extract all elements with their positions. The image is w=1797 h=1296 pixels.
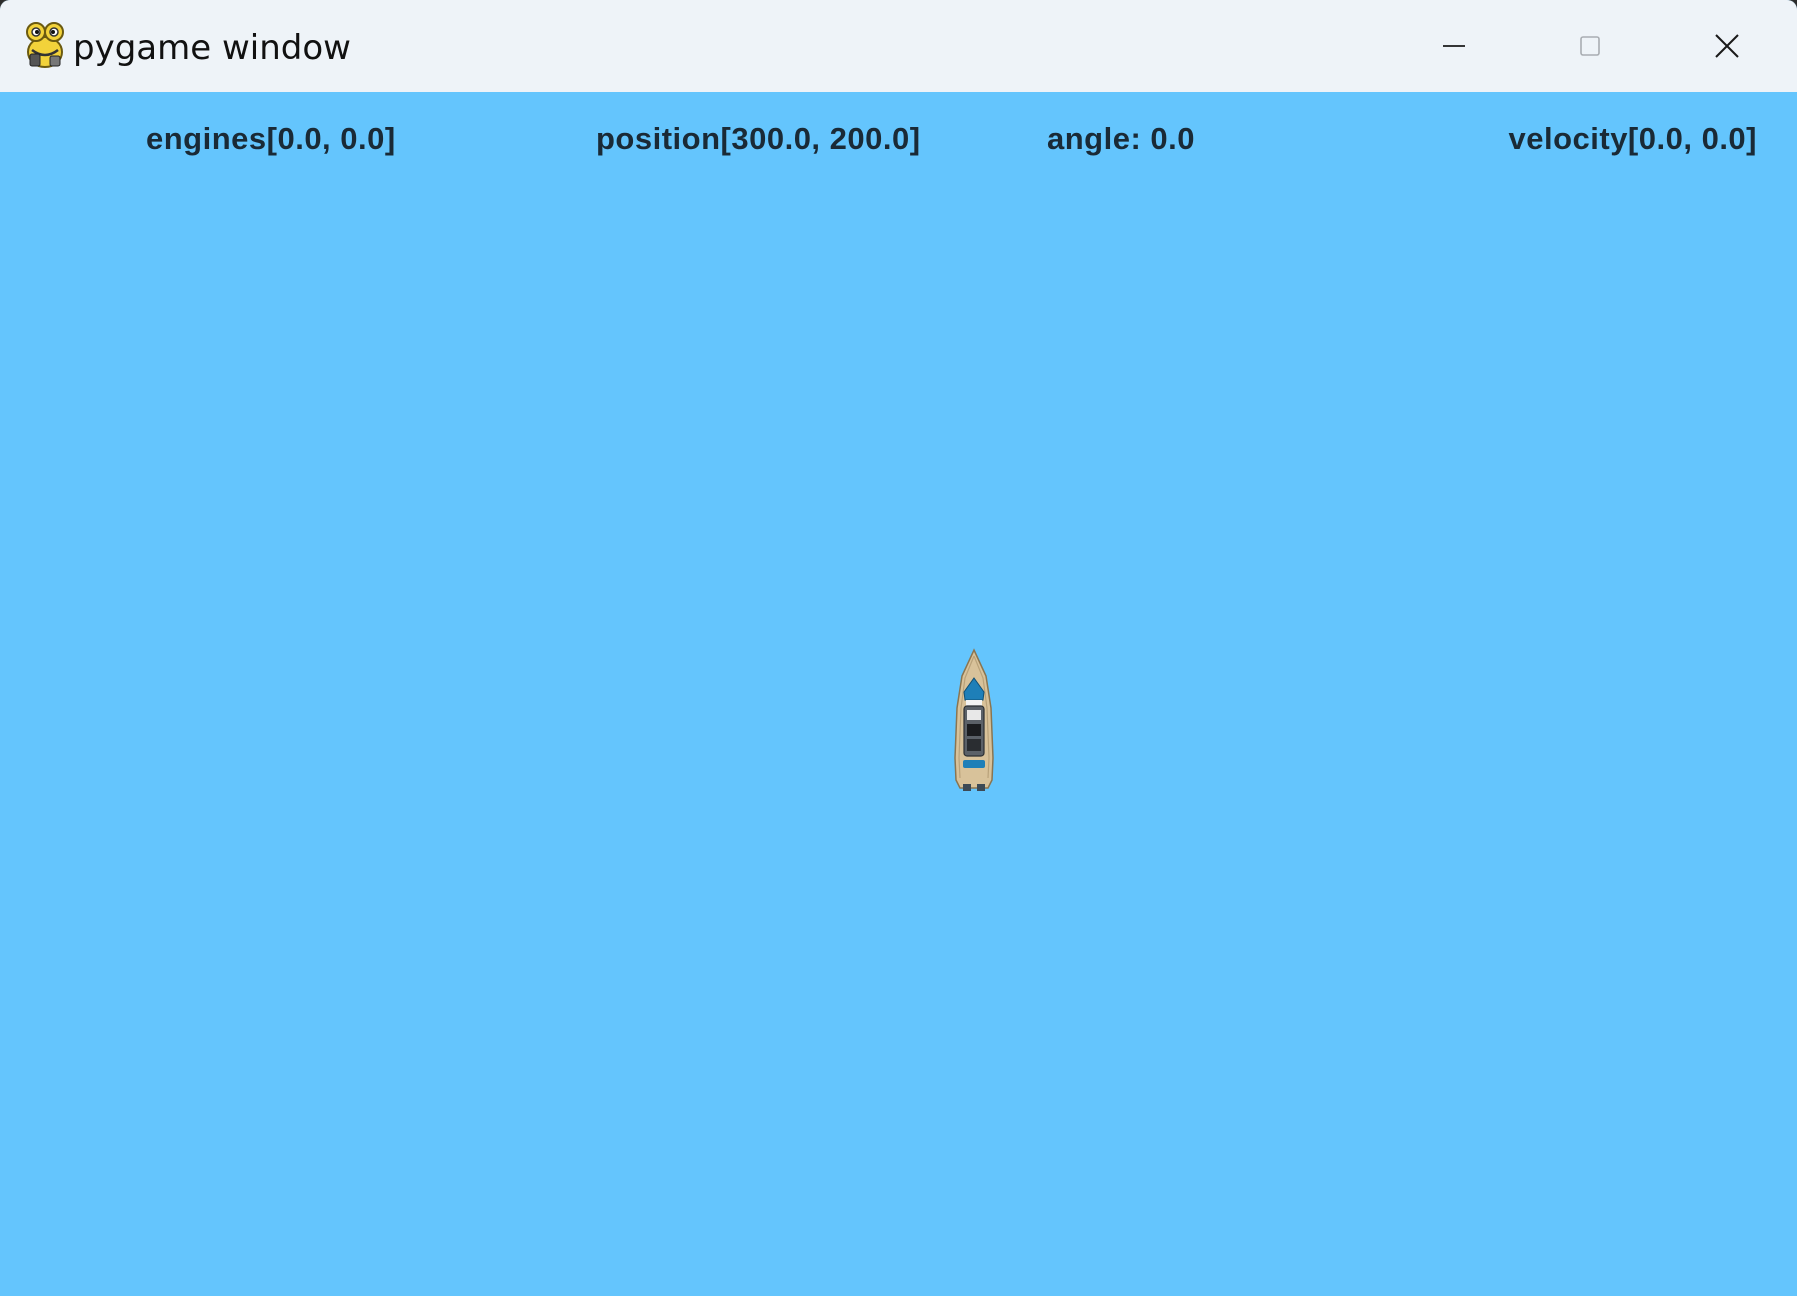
close-icon: [1715, 34, 1739, 58]
pygame-window: pygame window engines[0.0, 0.0] position…: [0, 0, 1797, 1296]
minimize-button[interactable]: [1385, 0, 1523, 92]
hud-engines-readout: engines[0.0, 0.0]: [146, 121, 396, 156]
hud-position-readout: position[300.0, 200.0]: [596, 121, 921, 156]
game-canvas[interactable]: engines[0.0, 0.0] position[300.0, 200.0]…: [0, 92, 1797, 1296]
speedboat-sprite: [954, 648, 994, 791]
window-title: pygame window: [73, 28, 351, 68]
pygame-snake-icon: [26, 22, 64, 68]
close-button[interactable]: [1658, 0, 1796, 92]
minimize-icon: [1443, 45, 1465, 47]
maximize-button[interactable]: [1521, 0, 1659, 92]
maximize-icon: [1580, 36, 1600, 56]
hud-angle-readout: angle: 0.0: [1047, 121, 1195, 156]
title-bar[interactable]: pygame window: [0, 0, 1797, 92]
hud-velocity-readout: velocity[0.0, 0.0]: [1508, 121, 1757, 156]
